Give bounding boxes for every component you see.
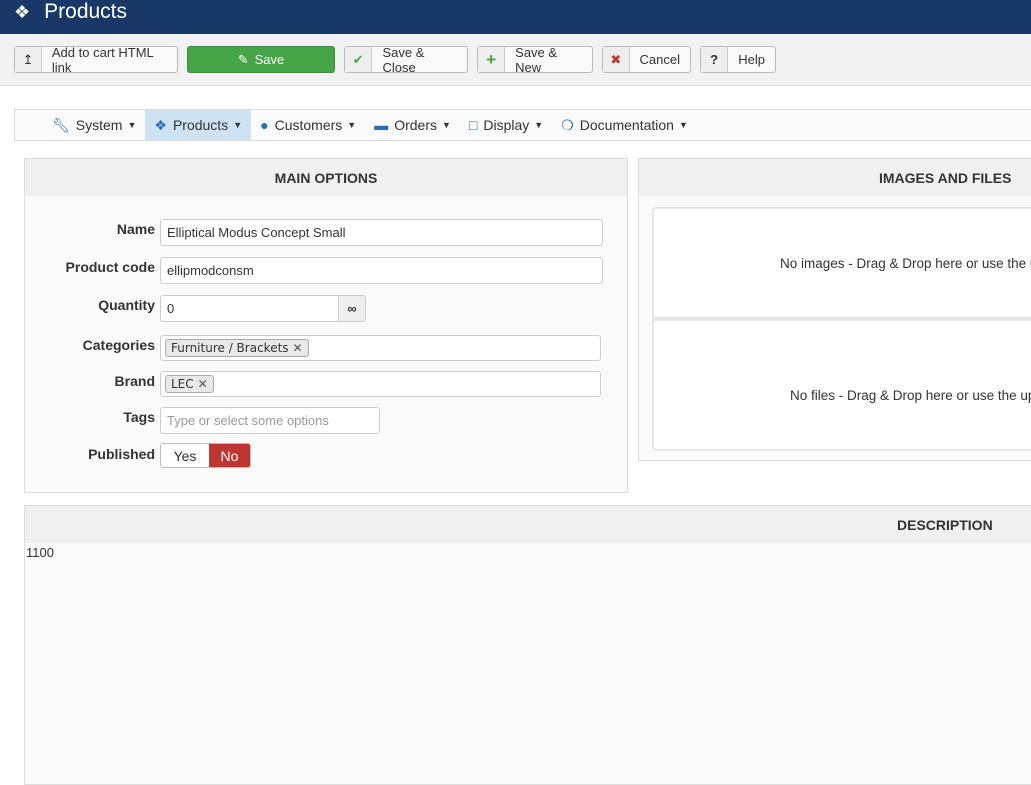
cubes-icon: ❖ [14, 1, 31, 22]
user-icon: ● [260, 117, 269, 133]
page-title: Products [44, 0, 128, 23]
categories-label: Categories [82, 337, 155, 353]
nav-documentation[interactable]: ❍ Documentation ▼ [552, 110, 697, 140]
check-icon: ✔ [345, 47, 373, 72]
credit-card-icon: ▬ [374, 117, 389, 133]
save-new-button[interactable]: + Save & New [477, 45, 593, 75]
nav-customers[interactable]: ● Customers ▼ [251, 110, 365, 140]
published-label: Published [88, 446, 155, 462]
name-label: Name [116, 221, 155, 237]
toolbar: ↥ Add to cart HTML link ✎ Save ✔ Save & Clo… [0, 34, 1031, 86]
brand-label: Brand [114, 373, 155, 389]
description-editor[interactable]: 1100 [25, 543, 1031, 562]
category-chip: Furniture / Brackets ✕ [165, 339, 309, 357]
nav-orders[interactable]: ▬ Orders ▼ [365, 110, 460, 140]
add-to-cart-link-button[interactable]: ↥ Add to cart HTML link [14, 45, 178, 75]
monitor-icon: □ [468, 117, 478, 133]
main-options-title: MAIN OPTIONS [25, 159, 627, 196]
cubes-icon: ❖ [154, 116, 167, 133]
help-button[interactable]: ? Help [700, 46, 776, 73]
upload-icon: ↥ [15, 47, 42, 72]
main-options-panel: MAIN OPTIONS Name Elliptical Modus Conce… [24, 158, 628, 493]
product-code-label: Product code [65, 259, 155, 275]
nav-display[interactable]: □ Display ▼ [460, 110, 552, 140]
unlimited-infinity-button[interactable]: ∞ [338, 295, 366, 322]
description-panel: DESCRIPTION 1100 [24, 505, 1031, 785]
life-ring-icon: ❍ [561, 116, 574, 133]
files-dropzone[interactable]: No files - Drag & Drop here or use the u… [652, 319, 1031, 451]
plus-icon: + [478, 47, 506, 72]
remove-icon[interactable]: ✕ [198, 377, 208, 391]
cancel-button[interactable]: ✖ Cancel [602, 46, 691, 73]
save-button[interactable]: ✎ Save [187, 46, 335, 73]
remove-icon[interactable]: ✕ [293, 341, 303, 355]
product-code-input[interactable]: ellipmodconsm [160, 257, 603, 284]
description-title: DESCRIPTION [25, 506, 1031, 543]
infinity-icon: ∞ [347, 301, 357, 316]
published-toggle[interactable]: Yes No [160, 443, 251, 468]
name-input[interactable]: Elliptical Modus Concept Small [160, 219, 603, 246]
cancel-circle-icon: ✖ [603, 47, 630, 72]
nav-system[interactable]: 🔧︎ System ▼ [43, 110, 145, 140]
brand-chip: LEC ✕ [165, 375, 214, 393]
tags-label: Tags [123, 409, 155, 425]
quantity-input[interactable]: 0 [160, 295, 339, 322]
tags-input[interactable]: Type or select some options [160, 407, 380, 434]
images-files-title: IMAGES AND FILES [639, 159, 1031, 196]
component-nav: 🔧︎ System ▼ ❖ Products ▼ ● Customers ▼ ▬ Orders… [14, 109, 1031, 141]
question-icon: ? [701, 47, 729, 72]
quantity-label: Quantity [98, 297, 155, 313]
page-header: ❖ Products [0, 0, 1031, 34]
images-files-panel: IMAGES AND FILES No images - Drag & Drop… [638, 158, 1031, 461]
save-close-button[interactable]: ✔ Save & Close [344, 45, 468, 75]
images-dropzone[interactable]: No images - Drag & Drop here or use the … [652, 207, 1031, 319]
published-no[interactable]: No [209, 444, 250, 467]
brand-select[interactable]: LEC ✕ [160, 371, 601, 397]
wrench-icon: 🔧︎ [52, 116, 70, 133]
edit-icon: ✎ [237, 51, 249, 67]
nav-products[interactable]: ❖ Products ▼ [145, 110, 252, 140]
published-yes[interactable]: Yes [161, 444, 209, 467]
categories-select[interactable]: Furniture / Brackets ✕ [160, 335, 601, 361]
